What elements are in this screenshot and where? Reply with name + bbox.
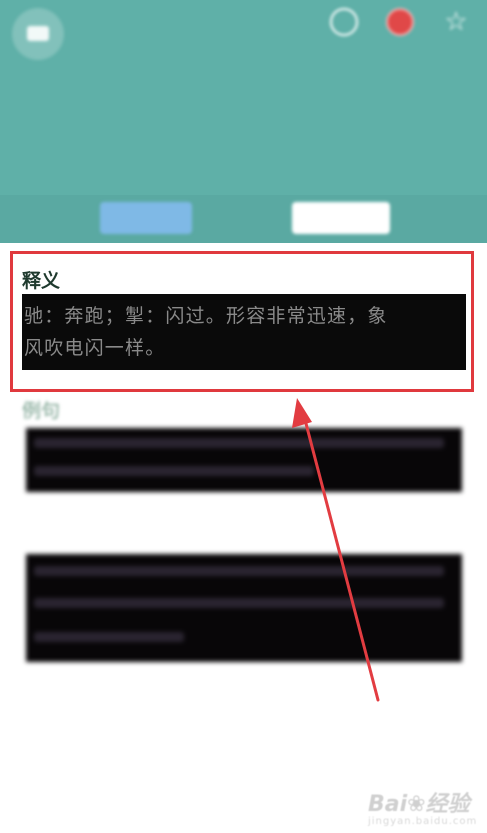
- home-icon: ☆: [444, 7, 468, 37]
- favorite-button[interactable]: [378, 8, 422, 66]
- tab-bar: [0, 195, 487, 243]
- definition-line-1: 驰：奔跑；掣：闪过。形容非常迅速，象: [24, 305, 388, 327]
- definition-line-2: 风吹电闪一样。: [24, 337, 166, 359]
- share-icon: [330, 8, 358, 36]
- baidu-watermark-logo: Bai❀经验 jingyan.baidu.com: [368, 792, 478, 827]
- example-text-redacted: [26, 428, 462, 492]
- similar-words-redacted: [26, 554, 462, 662]
- tab-idiom-source[interactable]: [292, 202, 390, 234]
- example-title: 例句: [22, 400, 61, 422]
- tab-idiom-detail[interactable]: [100, 202, 192, 234]
- home-button[interactable]: ☆: [434, 8, 478, 66]
- definition-text: 驰：奔跑；掣：闪过。形容非常迅速，象 风吹电闪一样。: [22, 294, 466, 370]
- back-button[interactable]: [12, 8, 64, 60]
- arrow-head: [292, 398, 312, 428]
- favorite-icon: [386, 8, 414, 36]
- back-icon: [27, 26, 49, 41]
- definition-title: 释义: [22, 270, 61, 292]
- share-button[interactable]: [322, 8, 366, 66]
